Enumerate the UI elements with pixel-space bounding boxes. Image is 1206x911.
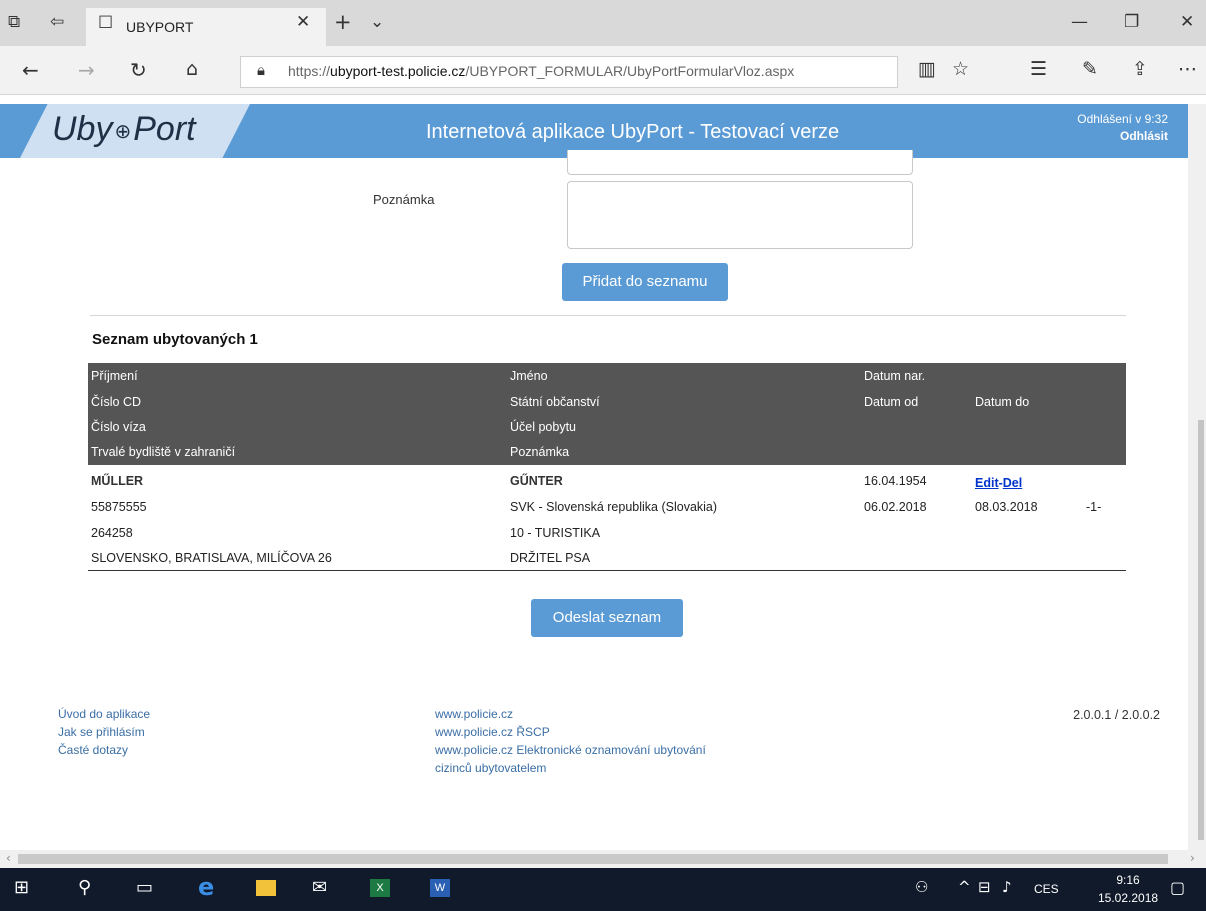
delete-link[interactable]: Del — [1003, 476, 1022, 490]
note-label: Poznámka — [373, 192, 435, 207]
ubyport-logo[interactable]: Uby ⊕Port — [52, 110, 196, 149]
back-icon[interactable]: ← — [22, 60, 39, 80]
close-tab-icon[interactable]: ✕ — [296, 14, 310, 31]
cell-citizenship: SVK - Slovenská republika (Slovakia) — [510, 500, 718, 514]
cell-date-from: 06.02.2018 — [864, 500, 927, 514]
favorites-hub-icon[interactable]: ☰ — [1030, 60, 1047, 79]
forward-icon[interactable]: → — [78, 60, 95, 80]
cell-cd-number: 55875555 — [91, 500, 147, 514]
pen-icon[interactable]: ✎ — [1082, 60, 1098, 79]
clock-time[interactable]: 9:16 — [1098, 873, 1158, 887]
more-icon[interactable]: ⋯ — [1178, 60, 1197, 79]
tray-chevron-icon[interactable]: ^ — [958, 880, 971, 895]
previous-field-input[interactable] — [567, 150, 913, 175]
edge-icon[interactable]: e — [198, 875, 214, 899]
guest-list-title: Seznam ubytovaných 1 — [92, 331, 258, 348]
home-icon[interactable]: ⌂ — [186, 60, 198, 79]
footer-link-rscp[interactable]: www.policie.cz ŘSCP — [435, 725, 550, 739]
globe-icon: ⊕ — [114, 120, 132, 143]
header-address: Trvalé bydliště v zahraničí — [91, 445, 236, 459]
app-version: 2.0.0.1 / 2.0.0.2 — [1073, 708, 1160, 722]
footer-link-login-help[interactable]: Jak se přihlásím — [58, 725, 145, 739]
logout-timer: Odhlášení v 9:32 — [1077, 112, 1168, 126]
lock-icon: 🔒︎ — [257, 61, 265, 79]
header-date-from: Datum od — [864, 395, 919, 409]
footer-link-e-reporting-cont[interactable]: cizinců ubytovatelem — [435, 761, 546, 775]
header-cd-number: Číslo CD — [91, 395, 142, 409]
row-actions: Edit-Del — [975, 474, 1022, 492]
excel-icon[interactable]: X — [370, 879, 390, 897]
cell-name: GŰNTER — [510, 474, 563, 488]
add-to-list-button[interactable]: Přidat do seznamu — [562, 263, 728, 301]
header-name: Jméno — [510, 369, 548, 383]
people-icon[interactable]: ⚇ — [915, 880, 928, 895]
vertical-scroll-thumb[interactable] — [1198, 420, 1204, 840]
cell-date-to: 08.03.2018 — [975, 500, 1038, 514]
logout-link[interactable]: Odhlásit — [1000, 129, 1168, 143]
header-date-to: Datum do — [975, 395, 1030, 409]
edit-link[interactable]: Edit — [975, 476, 999, 490]
header-visa-number: Číslo víza — [91, 420, 146, 434]
footer-link-intro[interactable]: Úvod do aplikace — [58, 707, 150, 721]
windows-start-icon[interactable]: ⊞ — [14, 879, 29, 897]
header-purpose: Účel pobytu — [510, 420, 577, 434]
cell-surname: MŰLLER — [91, 474, 144, 488]
restore-icon[interactable]: ❐ — [1124, 14, 1139, 31]
notification-icon[interactable]: ▢ — [1170, 880, 1185, 896]
search-icon[interactable]: ⚲ — [78, 879, 91, 897]
cell-visa-number: 264258 — [91, 526, 133, 540]
close-window-icon[interactable]: ✕ — [1180, 14, 1194, 31]
app-title: Internetová aplikace UbyPort - Testovací… — [426, 121, 840, 143]
row-index: -1- — [1086, 500, 1102, 514]
cell-note: DRŽITEL PSA — [510, 551, 591, 565]
footer-link-e-reporting[interactable]: www.policie.cz Elektronické oznamování u… — [435, 743, 706, 757]
task-view-icon[interactable]: ▭ — [136, 879, 153, 897]
row-bottom-border — [88, 570, 1126, 571]
scroll-left-icon[interactable]: ‹ — [6, 852, 11, 864]
scroll-right-icon[interactable]: › — [1190, 852, 1195, 864]
minimize-icon[interactable]: — — [1071, 14, 1088, 31]
address-url[interactable]: https://ubyport-test.policie.cz/UBYPORT_… — [288, 63, 794, 79]
tab-preview-icon[interactable]: ⧉ — [8, 14, 20, 31]
divider — [90, 315, 1126, 316]
share-icon[interactable]: ⇪ — [1132, 60, 1148, 79]
favorite-icon[interactable]: ☆ — [952, 60, 969, 79]
mail-icon[interactable]: ✉ — [312, 879, 327, 897]
cell-address: SLOVENSKO, BRATISLAVA, MILÍČOVA 26 — [91, 551, 332, 565]
table-header — [88, 363, 1126, 465]
note-textarea[interactable] — [567, 181, 913, 249]
tab-page-icon: ☐ — [98, 13, 114, 33]
header-note: Poznámka — [510, 445, 570, 459]
tab-title: UBYPORT — [126, 19, 194, 35]
volume-icon[interactable]: ♪ — [1002, 880, 1012, 895]
cell-purpose: 10 - TURISTIKA — [510, 526, 601, 540]
header-surname: Příjmení — [91, 369, 138, 383]
windows-taskbar — [0, 868, 1206, 911]
set-aside-tabs-icon[interactable]: ⇦ — [50, 14, 64, 31]
new-tab-icon[interactable]: + — [334, 12, 352, 33]
tab-dropdown-icon[interactable]: ⌄ — [370, 14, 384, 31]
footer-link-faq[interactable]: Časté dotazy — [58, 743, 128, 757]
cell-birth-date: 16.04.1954 — [864, 474, 927, 488]
header-birth-date: Datum nar. — [864, 369, 926, 383]
send-list-button[interactable]: Odeslat seznam — [531, 599, 683, 637]
horizontal-scroll-thumb[interactable] — [18, 854, 1168, 864]
footer-link-policie[interactable]: www.policie.cz — [435, 707, 513, 721]
file-explorer-icon[interactable] — [256, 880, 276, 896]
network-icon[interactable]: ⊟ — [978, 880, 991, 895]
input-language[interactable]: CES — [1034, 882, 1059, 896]
word-icon[interactable]: W — [430, 879, 450, 897]
reading-view-icon[interactable]: ▥ — [918, 60, 936, 79]
clock-date[interactable]: 15.02.2018 — [1098, 891, 1158, 905]
header-citizenship: Státní občanství — [510, 395, 600, 409]
refresh-icon[interactable]: ↻ — [130, 60, 147, 80]
browser-tab[interactable] — [86, 8, 326, 46]
